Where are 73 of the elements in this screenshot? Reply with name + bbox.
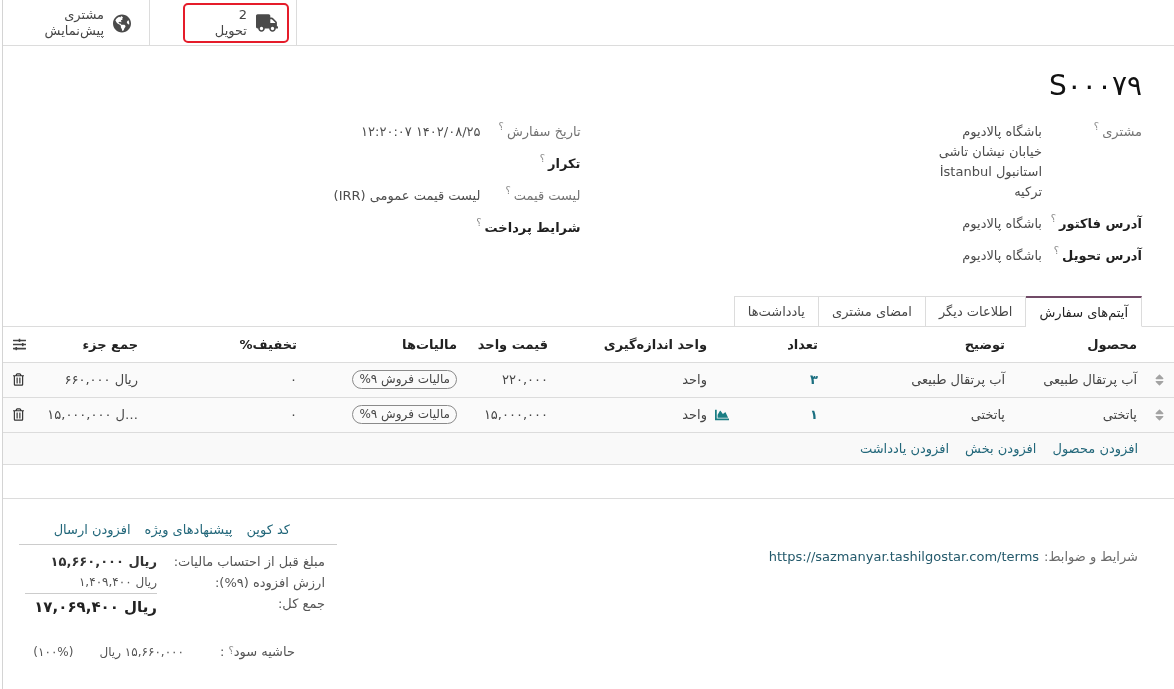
record-title: S۰۰۰۷۹ [1048,68,1142,104]
line-description: پاتختی [970,407,1005,422]
total-amount: ریال ۱,۴۰۹,۴۰۰ [78,573,157,591]
subtotal: ۱۵,۰۰۰,۰۰۰ ل… [47,407,138,422]
help-mark[interactable]: ؟ [1093,121,1100,133]
sliders-icon[interactable] [13,337,26,351]
field-value: باشگاه پالادیوم [962,215,1042,234]
field-label: تکرار [548,155,581,173]
product-name: پاتختی [1102,407,1137,422]
total-label: جمع کل: [277,595,325,611]
tab[interactable]: اطلاعات دیگر [924,296,1027,327]
terms-label: شرایط و ضوابط: [1044,548,1138,564]
quantity: ۱ [810,407,818,422]
column-header: قیمت واحد [477,336,548,352]
field-value: باشگاه پالادیوم [962,123,1042,142]
discount: ۰ [290,372,297,387]
total-amount: ریال ۱۵,۶۶۰,۰۰۰ [50,552,157,571]
field-value: خیابان نیشان تاشی [938,143,1042,161]
total-label: ارزش افزوده (۹%): [214,574,325,590]
field-label: تاریخ سفارش [506,123,581,142]
trash-icon[interactable] [13,408,24,421]
quantity: ۳ [810,372,818,387]
field-value: استانبول İstanbul [939,163,1042,182]
field-label: مشتری [1102,123,1142,141]
tab[interactable]: آیتم‌های سفارش [1025,296,1142,327]
field-value: ۱۴۰۲/۰۸/۲۵ ۱۲:۲۰:۰۷ [361,123,481,141]
truck-icon [256,14,278,32]
total-amount: ریال ۱۷,۰۶۹,۴۰۰ [34,596,157,618]
margin-percent: (۱۰۰%) [33,643,74,661]
subtotal: ۶۶۰,۰۰۰ ریال [64,372,138,387]
margin-amount: ۱۵,۶۶۰,۰۰۰ ریال [99,643,184,661]
help-mark[interactable]: ؟ [539,153,546,165]
help-mark[interactable]: ؟ [476,217,482,229]
column-header: مالیات‌ها [402,336,457,352]
column-header: واحد اندازه‌گیری [603,336,707,352]
globe-icon [113,13,131,33]
tab[interactable]: یادداشت‌ها [733,296,819,327]
help-mark[interactable]: ؟ [1050,213,1056,225]
add-line-link[interactable]: افزودن یادداشت [859,440,950,456]
field-label: لیست قیمت [513,187,581,205]
field-value: ترکیه [1014,183,1042,201]
unit-price: ۲۲۰,۰۰۰ [501,372,548,387]
unit-price: ۱۵,۰۰۰,۰۰۰ [483,407,548,422]
margin-label: حاشیه سود [233,642,295,662]
column-header: تعداد [787,336,818,352]
discount: ۰ [290,407,297,422]
add-line-link[interactable]: افزودن بخش [965,440,1037,456]
unit-of-measure: واحد [682,407,707,422]
label-separator: : [220,642,225,661]
field-value: باشگاه پالادیوم [962,247,1042,266]
column-header: محصول [1087,336,1137,352]
help-mark[interactable]: ؟ [228,645,234,657]
help-mark[interactable]: ؟ [1053,245,1060,257]
add-line-link[interactable]: افزودن محصول [1052,440,1138,456]
terms-link[interactable]: https://sazmanyar.tashilgostar.com/terms [768,548,1040,564]
trash-icon[interactable] [13,373,24,386]
area-chart-icon[interactable] [715,407,729,422]
help-mark[interactable]: ؟ [505,185,511,197]
help-mark[interactable]: ؟ [498,121,504,133]
promo-button[interactable]: پیشنهادهای ویژه [137,515,240,544]
column-header: توضیح [964,336,1005,352]
field-label: شرایط پرداخت [484,219,581,237]
promo-button[interactable]: کد کوپن [239,515,297,544]
product-name: آب پرتقال طبیعی [1043,372,1137,387]
promo-button[interactable]: افزودن ارسال [46,515,138,544]
column-header: تخفیف% [239,336,297,352]
line-description: آب پرتقال طبیعی [911,372,1005,387]
field-value: لیست قیمت عمومی (IRR) [333,187,481,206]
field-label: آدرس تحویل [1062,246,1142,265]
unit-of-measure: واحد [682,372,707,387]
field-label: آدرس فاکتور [1059,214,1142,233]
total-label: مبلغ قبل از احتساب مالیات: [173,553,325,569]
column-header: جمع جزء [82,336,138,352]
